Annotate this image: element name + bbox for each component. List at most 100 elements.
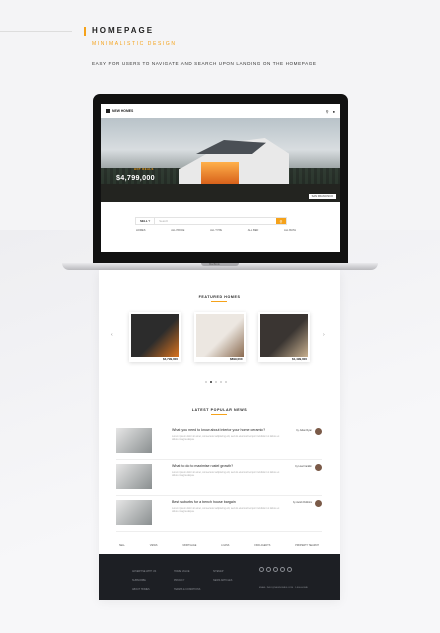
- news-thumbnail: [116, 464, 152, 489]
- footer-link[interactable]: TERMS & CONDITIONS: [174, 585, 200, 594]
- slider-dot[interactable]: [210, 381, 212, 383]
- news-underline: [211, 414, 227, 415]
- featured-card-price: $4,799,000: [162, 357, 178, 361]
- news-author: by Julian Ryan: [296, 429, 312, 432]
- news-author: by Jacob Robbins: [292, 501, 312, 504]
- news-item[interactable]: Best suburbs for a bench house bargain L…: [116, 498, 322, 532]
- featured-underline: [211, 301, 227, 302]
- footer-link[interactable]: PRIVACY: [174, 576, 200, 585]
- slider-dot[interactable]: [225, 381, 227, 383]
- page-preview: FEATURED HOMES ‹ › $4,799,000 $899,000 $…: [99, 270, 340, 600]
- news-headline[interactable]: What you need to know about interior you…: [172, 428, 282, 432]
- author-avatar: [315, 464, 322, 471]
- chevron-down-icon: ˅: [148, 219, 151, 223]
- featured-card[interactable]: $899,000: [193, 312, 246, 362]
- logo-icon: [106, 109, 110, 113]
- footer-link[interactable]: NEWS ARTICLES: [213, 576, 232, 585]
- search-icon[interactable]: ⚲: [326, 109, 329, 114]
- twitter-icon[interactable]: [266, 567, 271, 572]
- footer-col-3: SITEMAP NEWS ARTICLES: [213, 567, 232, 585]
- news-item[interactable]: What you need to know about interior you…: [116, 426, 322, 460]
- footer-nav-views[interactable]: VIEWS: [150, 544, 158, 547]
- site-footer: ADVERTISE WITH US SUBSCRIBE ABOUT HOMES …: [99, 554, 340, 600]
- hero-location[interactable]: SAN FRANCISCO: [308, 194, 336, 199]
- footer-link[interactable]: HOME VALUE: [174, 567, 200, 576]
- search-mode-dropdown[interactable]: SELL ˅: [136, 218, 156, 224]
- youtube-icon[interactable]: [287, 567, 292, 572]
- filter-bath[interactable]: ALL BATH: [284, 229, 296, 232]
- footer-link[interactable]: SUBSCRIBE: [132, 576, 156, 585]
- filter-price[interactable]: ALL PRICE: [171, 229, 184, 232]
- laptop-screen: NEW HOMES ⚲ ● HOT DEALS $4,799,000 SAN F…: [101, 104, 340, 252]
- search-button[interactable]: ⚲: [276, 218, 286, 224]
- laptop-model: MacBook: [209, 263, 220, 266]
- filter-homes[interactable]: HOMES: [136, 229, 146, 232]
- search-bar: SELL ˅ Search ⚲: [135, 217, 287, 225]
- search-input[interactable]: Search: [155, 219, 276, 223]
- featured-card-image: [195, 314, 244, 357]
- filter-type[interactable]: ALL TYPE: [210, 229, 222, 232]
- featured-card-price: $899,000: [229, 357, 243, 361]
- facebook-icon[interactable]: [259, 567, 264, 572]
- search-mode-label: SELL: [140, 219, 148, 223]
- hero-window: [201, 162, 239, 186]
- featured-card[interactable]: $4,799,000: [129, 312, 181, 362]
- news-body: Lorem ipsum dolor sit amet, consectetur …: [172, 435, 280, 442]
- instagram-icon[interactable]: [273, 567, 278, 572]
- filter-bed[interactable]: ALL BED: [248, 229, 259, 232]
- page-subtitle: MINIMALISTIC DESIGN: [92, 41, 177, 47]
- site-logo[interactable]: NEW HOMES: [106, 109, 133, 113]
- author-avatar: [315, 500, 322, 507]
- hero-banner: HOT DEALS $4,799,000 SAN FRANCISCO: [101, 118, 340, 202]
- laptop-notch: [201, 263, 239, 266]
- featured-card[interactable]: $1,499,000: [258, 312, 310, 362]
- hero-price: $4,799,000: [116, 173, 155, 182]
- footer-nav-loans[interactable]: LOANS: [221, 544, 229, 547]
- footer-contact: EMAIL: INFO@NEWHOMES.COM · 1-800-HOME: [259, 587, 308, 589]
- news-headline[interactable]: Best suburbs for a bench house bargain: [172, 500, 282, 504]
- news-thumbnail: [116, 500, 152, 525]
- magnifier-icon: ⚲: [279, 218, 283, 224]
- footer-link[interactable]: ABOUT HOMES: [132, 585, 156, 594]
- social-links: [259, 567, 292, 572]
- news-headline[interactable]: What to do to maximise rustel growth?: [172, 464, 282, 468]
- footer-link[interactable]: ADVERTISE WITH US: [132, 567, 156, 576]
- featured-card-price: $1,499,000: [291, 357, 307, 361]
- news-body: Lorem ipsum dolor sit amet, consectetur …: [172, 471, 280, 478]
- featured-card-image: [260, 314, 308, 357]
- footer-link[interactable]: SITEMAP: [213, 567, 232, 576]
- footer-nav-search[interactable]: PROPERTY SEARCH: [295, 544, 319, 547]
- footer-nav: SELL VIEWS MORTGAGE LOANS FIND AGENTS PR…: [119, 544, 319, 547]
- slider-dot[interactable]: [215, 381, 217, 383]
- user-icon[interactable]: ●: [333, 109, 335, 114]
- header-accent-bar: [84, 27, 86, 36]
- footer-nav-mortgage[interactable]: MORTGAGE: [182, 544, 196, 547]
- next-arrow-icon[interactable]: ›: [323, 332, 325, 338]
- footer-nav-agents[interactable]: FIND AGENTS: [254, 544, 270, 547]
- site-navbar: NEW HOMES ⚲ ●: [101, 104, 340, 118]
- slider-dot[interactable]: [220, 381, 222, 383]
- news-body: Lorem ipsum dolor sit amet, consectetur …: [172, 507, 280, 514]
- hero-badge: HOT DEALS: [134, 167, 154, 171]
- linkedin-icon[interactable]: [280, 567, 285, 572]
- slider-dot[interactable]: [205, 381, 207, 383]
- news-title: LATEST POPULAR NEWS: [191, 408, 248, 412]
- author-avatar: [315, 428, 322, 435]
- filter-row: HOMES ALL PRICE ALL TYPE ALL BED ALL BAT…: [136, 229, 296, 232]
- footer-nav-sell[interactable]: SELL: [119, 544, 125, 547]
- slider-dots: [205, 381, 227, 383]
- hero-ground: [101, 184, 340, 202]
- header-divider: [0, 31, 72, 32]
- news-item[interactable]: What to do to maximise rustel growth? Lo…: [116, 462, 322, 496]
- footer-col-1: ADVERTISE WITH US SUBSCRIBE ABOUT HOMES: [132, 567, 156, 594]
- page-title: HOMEPAGE: [92, 26, 155, 35]
- featured-cards: $4,799,000 $899,000 $1,499,000: [129, 312, 310, 362]
- page-description: EASY FOR USERS TO NAVIGATE AND SEARCH UP…: [92, 61, 317, 66]
- featured-card-image: [131, 314, 179, 357]
- news-list: What you need to know about interior you…: [116, 426, 322, 534]
- footer-col-2: HOME VALUE PRIVACY TERMS & CONDITIONS: [174, 567, 200, 594]
- prev-arrow-icon[interactable]: ‹: [111, 332, 113, 338]
- news-author: by Lisa Franklin: [295, 465, 312, 468]
- featured-title: FEATURED HOMES: [198, 295, 241, 299]
- laptop-frame: NEW HOMES ⚲ ● HOT DEALS $4,799,000 SAN F…: [93, 94, 348, 263]
